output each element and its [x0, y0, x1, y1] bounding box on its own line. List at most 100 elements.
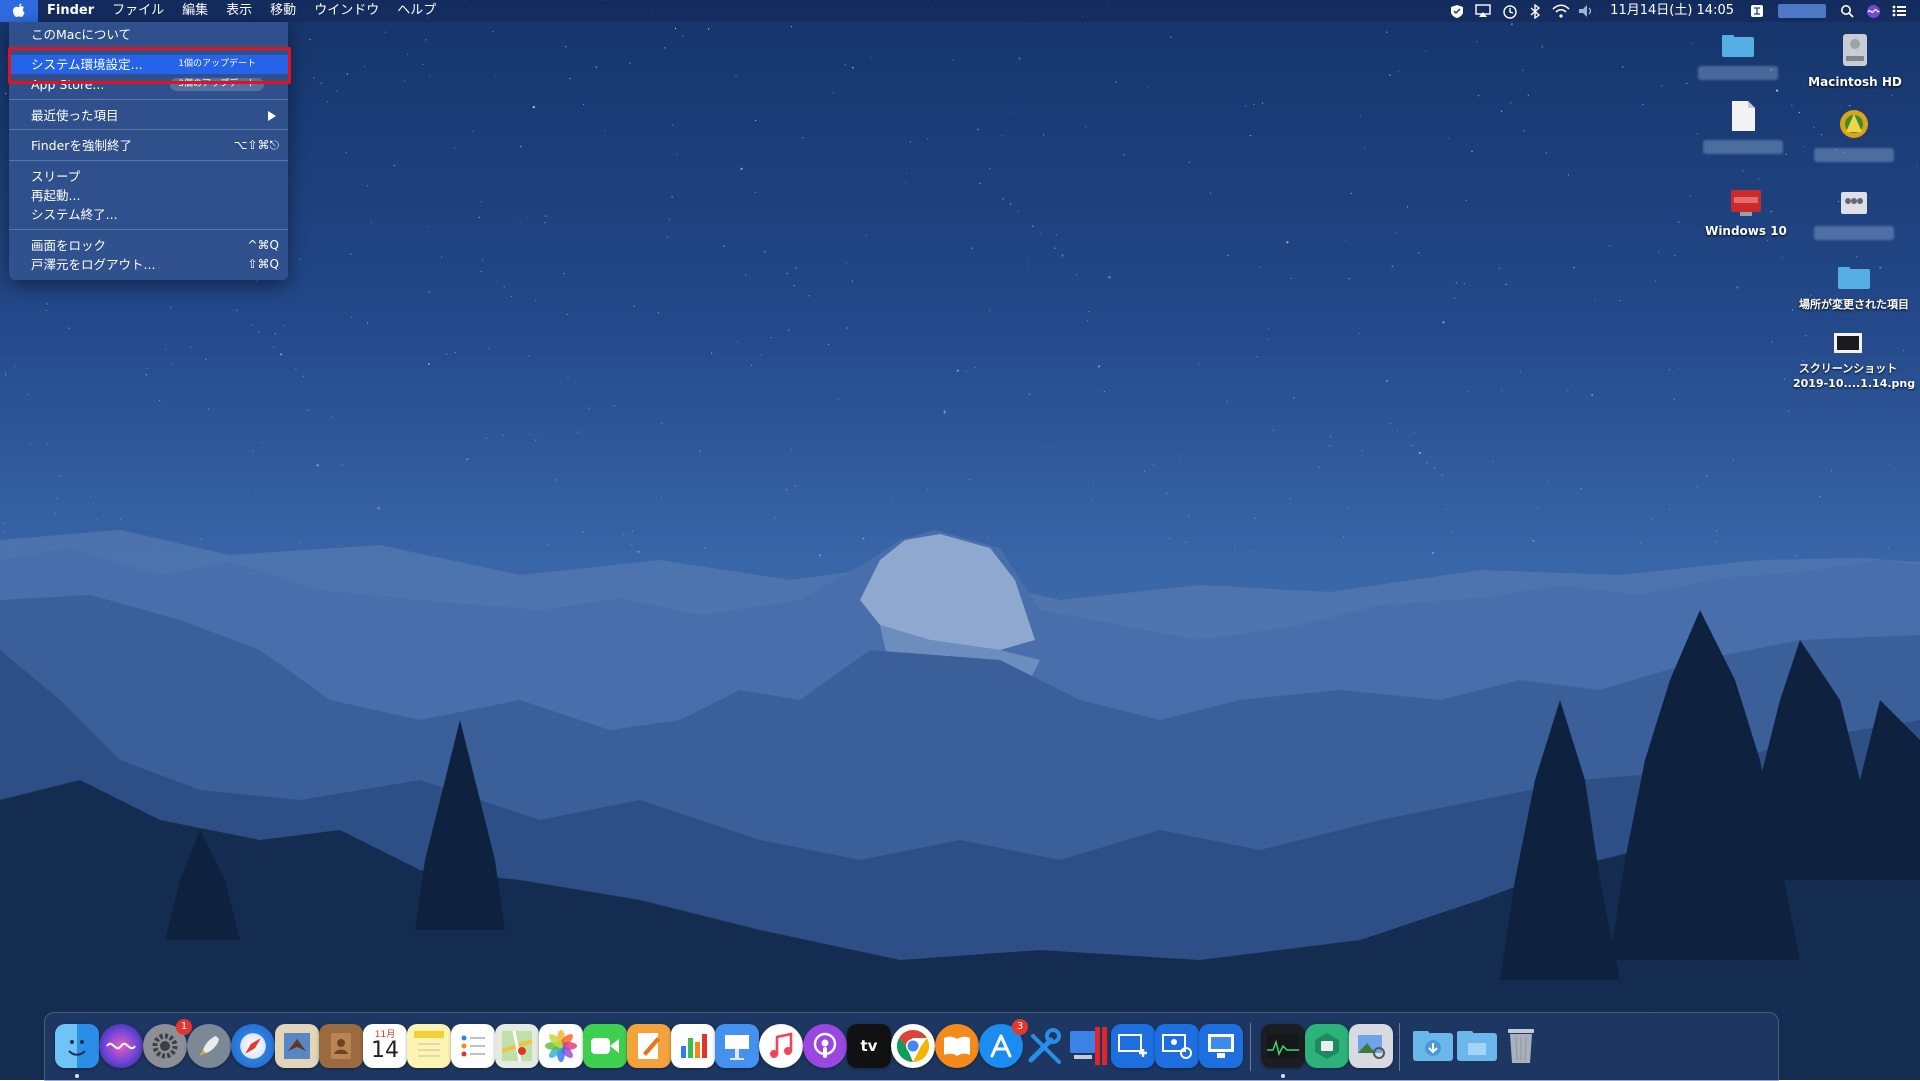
dock-activity-monitor[interactable]	[1261, 1024, 1305, 1068]
menu-go[interactable]: 移動	[261, 0, 305, 22]
time-machine-icon[interactable]	[1496, 0, 1522, 22]
parallels-vm-icon	[1731, 190, 1761, 216]
network-server-icon	[1841, 192, 1867, 214]
dock-facetime[interactable]	[583, 1024, 627, 1068]
menu-item-label: Finderを強制終了	[31, 138, 132, 153]
dock-safari[interactable]	[231, 1024, 275, 1068]
dock-app-store[interactable]: 3	[979, 1019, 1028, 1068]
wrench-screwdriver-icon	[1028, 1028, 1061, 1064]
bar-chart-icon	[681, 1034, 707, 1058]
app-emblem-icon	[1840, 110, 1868, 138]
desktop-icon-server-blurred[interactable]	[1799, 190, 1909, 240]
dock-preview[interactable]	[1349, 1024, 1393, 1068]
menu-shortcut: ⇧⌘Q	[247, 257, 280, 271]
dock-trash[interactable]	[1499, 1024, 1543, 1068]
dock-remote-desktop[interactable]	[1199, 1024, 1243, 1068]
dock-apple-tv[interactable]: tv	[847, 1024, 891, 1068]
desktop-icon-macintosh-hd[interactable]: Macintosh HD	[1800, 32, 1910, 90]
dock-finder[interactable]	[55, 1024, 99, 1068]
rocket-icon	[199, 1036, 219, 1056]
calendar-day: 14	[371, 1037, 399, 1063]
dock-downloads-folder[interactable]	[1411, 1024, 1455, 1068]
desktop-icon-windows10[interactable]: Windows 10	[1691, 189, 1801, 239]
menu-item-about-this-mac[interactable]: このMacについて	[9, 25, 288, 44]
dock-mail-bird[interactable]	[275, 1024, 319, 1068]
menu-help[interactable]: ヘルプ	[388, 0, 445, 22]
notification-center-icon[interactable]	[1886, 0, 1912, 22]
menu-item-lock-screen[interactable]: 画面をロック ^⌘Q	[9, 236, 288, 255]
dock-directory-utility[interactable]	[1155, 1024, 1199, 1068]
siri-wave-icon	[106, 1042, 136, 1050]
airplay-icon[interactable]	[1470, 0, 1496, 22]
dock-utilities-tools[interactable]	[1023, 1024, 1067, 1068]
blurred-label	[1703, 140, 1783, 154]
video-camera-icon	[591, 1038, 619, 1054]
bluetooth-icon[interactable]	[1522, 0, 1548, 22]
apple-menu-button[interactable]	[0, 0, 38, 22]
menu-item-force-quit[interactable]: Finderを強制終了 ⌥⇧⌘⎋	[9, 136, 288, 155]
open-book-icon	[944, 1036, 970, 1056]
dock-notes[interactable]	[407, 1024, 451, 1068]
menu-item-restart[interactable]: 再起動...	[9, 186, 288, 205]
desktop-icon-app-blurred[interactable]	[1799, 108, 1909, 162]
desktop-icon-screenshot[interactable]: スクリーンショット 2019-10....1.14.png	[1793, 332, 1915, 391]
dock-numbers[interactable]	[671, 1024, 715, 1068]
siri-icon[interactable]	[1860, 0, 1886, 22]
dock-calendar[interactable]: 11月 14	[363, 1024, 407, 1068]
user-account-redacted[interactable]	[1778, 4, 1826, 18]
dock-podcasts[interactable]	[803, 1024, 847, 1068]
desktop-icon-folder-blurred[interactable]	[1683, 34, 1793, 80]
dock-system-preferences[interactable]: 1	[143, 1019, 192, 1068]
desktop[interactable]: Macintosh HD Windows 10 場所が変更された項目 スクリーン…	[0, 0, 1920, 1080]
dock-music[interactable]	[759, 1024, 803, 1068]
dock-reminders[interactable]	[451, 1024, 495, 1068]
menu-file[interactable]: ファイル	[103, 0, 173, 22]
folder-stack-icon	[1457, 1031, 1497, 1061]
menu-clock[interactable]: 11月14日(土) 14:05	[1600, 0, 1744, 22]
security-shield-icon[interactable]	[1444, 0, 1470, 22]
music-note-icon	[770, 1032, 793, 1058]
dock-screen-sharing-add[interactable]	[1111, 1024, 1155, 1068]
dock-books[interactable]	[935, 1024, 979, 1068]
menu-separator	[9, 129, 288, 130]
menu-view[interactable]: 表示	[217, 0, 261, 22]
dock-contacts[interactable]	[319, 1024, 363, 1068]
dock-siri[interactable]	[99, 1024, 143, 1068]
desktop-icon-relocated-items[interactable]: 場所が変更された項目	[1799, 266, 1909, 312]
gear-icon	[152, 1033, 178, 1059]
dock-disk-utility[interactable]	[1305, 1024, 1349, 1068]
parallels-bars-icon	[1070, 1027, 1107, 1065]
dock-photos[interactable]	[539, 1024, 583, 1068]
preview-photos-icon	[1358, 1035, 1385, 1059]
dock-keynote[interactable]	[715, 1024, 759, 1068]
dock-parallels[interactable]	[1067, 1024, 1111, 1068]
menu-finder[interactable]: Finder	[38, 0, 103, 22]
compass-icon	[245, 1038, 261, 1054]
menu-separator	[9, 160, 288, 161]
menu-item-shutdown[interactable]: システム終了...	[9, 205, 288, 224]
submenu-arrow-icon	[268, 111, 276, 121]
menu-bar: Finder ファイル 編集 表示 移動 ウインドウ ヘルプ 11月14日(土)…	[0, 0, 1920, 22]
menu-item-sleep[interactable]: スリープ	[9, 167, 288, 186]
input-method-icon[interactable]	[1744, 0, 1770, 22]
menu-window[interactable]: ウインドウ	[305, 0, 388, 22]
dock-pages[interactable]	[627, 1024, 671, 1068]
spotlight-search-icon[interactable]	[1834, 0, 1860, 22]
volume-icon[interactable]	[1574, 0, 1600, 22]
menu-item-recent-items[interactable]: 最近使った項目	[9, 106, 288, 125]
apple-logo-icon	[13, 3, 25, 17]
activity-graph-icon	[1267, 1034, 1299, 1058]
keynote-podium-icon	[725, 1035, 749, 1060]
menu-item-logout[interactable]: 戸澤元をログアウト... ⇧⌘Q	[9, 255, 288, 274]
desktop-icon-label: Macintosh HD	[1808, 75, 1902, 89]
dock-launchpad[interactable]	[187, 1024, 231, 1068]
menu-item-label: 最近使った項目	[31, 108, 119, 123]
app-store-a-icon	[990, 1034, 1012, 1058]
desktop-icon-document-blurred[interactable]	[1688, 100, 1798, 154]
dock-maps[interactable]	[495, 1024, 539, 1068]
desktop-icon-label: スクリーンショット	[1798, 362, 1898, 375]
wifi-icon[interactable]	[1548, 0, 1574, 22]
menu-edit[interactable]: 編集	[173, 0, 217, 22]
dock-chrome[interactable]	[891, 1024, 935, 1068]
dock-applications-folder[interactable]	[1455, 1024, 1499, 1068]
